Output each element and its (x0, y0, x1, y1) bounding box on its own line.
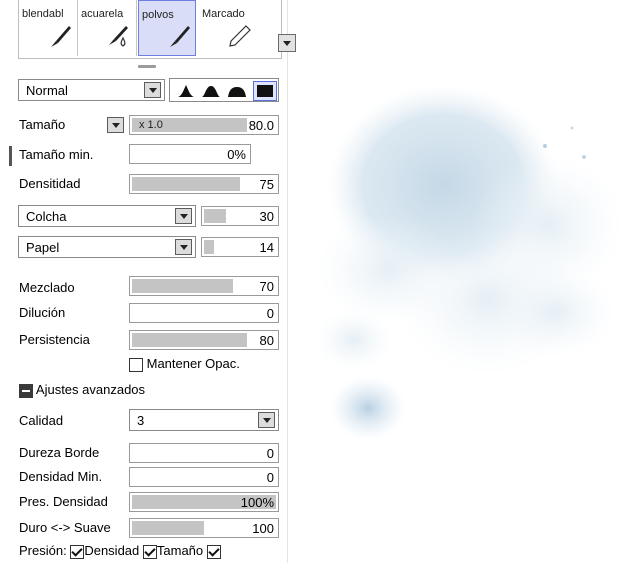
paper-amount: 14 (259, 240, 274, 255)
brush-slot-label: polvos (142, 9, 174, 21)
slider-fill (204, 209, 226, 223)
pressure-density-option-label: Densidad (84, 543, 140, 558)
blend-mode-value: Normal (26, 83, 68, 98)
texture-value: Colcha (26, 209, 67, 224)
collapse-icon (19, 383, 33, 398)
keep-opacity-option[interactable]: Mantener Opac. (129, 356, 240, 372)
min-size-value: 0% (227, 147, 246, 162)
pressure-density-checkbox[interactable] (70, 544, 85, 559)
paper-amount-slider[interactable]: 14 (201, 237, 279, 257)
keep-opacity-label: Mantener Opac. (146, 356, 240, 371)
texture-amount-slider[interactable]: 30 (201, 206, 279, 226)
slider-fill (132, 333, 247, 347)
pen-brush-icon (51, 26, 71, 47)
pressure-label: Presión: (19, 543, 67, 558)
size-multiplier-button[interactable] (107, 117, 124, 133)
paint-blob (330, 376, 406, 440)
pressure-density-value: 100% (240, 495, 274, 510)
persistence-slider[interactable]: 80 (129, 330, 279, 350)
paint-speck (582, 155, 586, 159)
brush-slot-label: blendabl (22, 8, 64, 20)
paint-speck (543, 144, 547, 148)
pressure-density-slider[interactable]: 100% (129, 492, 279, 512)
edge-hardness-value: 0 (266, 446, 274, 461)
pressure-options: Presión: Densidad Tamaño (19, 543, 221, 559)
size-value: 80.0 (248, 118, 274, 133)
paint-blob (498, 267, 614, 357)
drawing-canvas[interactable] (288, 0, 622, 563)
size-slider[interactable]: x 1.0 80.0 (129, 115, 279, 135)
brush-tool-panel: blendabl acuarela polvos Marcado Normal … (0, 0, 296, 563)
pressure-size-option-label: Tamaño (156, 543, 204, 558)
quality-label: Calidad (19, 413, 64, 428)
min-size-label: Tamaño min. (19, 147, 94, 162)
min-size-indicator (9, 146, 12, 166)
marker-brush-icon (229, 25, 251, 47)
chevron-down-icon (175, 208, 192, 224)
panel-resize-handle[interactable] (138, 65, 156, 68)
chevron-down-icon (175, 239, 192, 255)
brush-slot-polvos[interactable]: polvos (138, 0, 196, 56)
min-size-slider[interactable]: 0% (129, 144, 251, 164)
slider-fill (132, 521, 204, 535)
size-multiplier: x 1.0 (139, 119, 163, 131)
hard-soft-label: Duro <-> Suave (19, 520, 111, 535)
density-label: Densitidad (19, 176, 81, 191)
edge-hardness-label: Dureza Borde (19, 445, 100, 460)
powder-brush-icon (170, 26, 190, 47)
slider-fill (204, 240, 214, 254)
pressure-size-checkbox[interactable] (142, 544, 157, 559)
pressure-extra-checkbox[interactable] (206, 544, 221, 559)
brush-slot-label: Marcado (202, 8, 245, 20)
hard-soft-value: 100 (252, 521, 274, 536)
persistence-label: Persistencia (19, 332, 90, 347)
dilution-label: Dilución (19, 305, 66, 320)
texture-select[interactable]: Colcha (18, 205, 196, 227)
dilution-value: 0 (266, 306, 274, 321)
density-value: 75 (259, 177, 274, 192)
slider-fill (132, 279, 233, 293)
quality-value: 3 (137, 413, 145, 428)
brush-slot-marcado[interactable]: Marcado (199, 0, 257, 56)
blend-mode-select[interactable]: Normal (18, 79, 165, 101)
min-density-slider[interactable]: 0 (129, 467, 279, 487)
advanced-settings-label: Ajustes avanzados (35, 382, 146, 397)
quality-select[interactable]: 3 (129, 409, 279, 431)
blending-label: Mezclado (19, 280, 75, 295)
sharp-tip-icon[interactable] (175, 83, 197, 98)
slot-divider (136, 0, 137, 56)
soft-tip-icon[interactable] (226, 83, 248, 98)
watercolor-brush-icon (109, 26, 128, 47)
brush-slots: blendabl acuarela polvos Marcado (18, 0, 296, 59)
blending-slider[interactable]: 70 (129, 276, 279, 296)
blending-value: 70 (259, 279, 274, 294)
paint-blob (316, 310, 392, 370)
min-density-label: Densidad Min. (19, 469, 103, 484)
chevron-down-icon (144, 82, 161, 98)
advanced-settings-toggle[interactable]: Ajustes avanzados (19, 382, 145, 398)
keep-opacity-checkbox[interactable] (129, 357, 143, 372)
density-slider[interactable]: 75 (129, 174, 279, 194)
min-density-value: 0 (266, 470, 274, 485)
paper-value: Papel (26, 240, 60, 255)
paint-speck (570, 126, 574, 130)
square-tip-icon[interactable] (253, 81, 277, 101)
brush-slot-blendable[interactable]: blendabl (19, 0, 77, 56)
medium-tip-icon[interactable] (200, 83, 222, 98)
dilution-slider[interactable]: 0 (129, 303, 279, 323)
texture-amount: 30 (259, 209, 274, 224)
pressure-density-label: Pres. Densidad (19, 494, 108, 509)
size-label: Tamaño (19, 117, 66, 132)
brush-slot-acuarela[interactable]: acuarela (78, 0, 136, 56)
slider-fill (132, 177, 240, 191)
hard-soft-slider[interactable]: 100 (129, 518, 279, 538)
edge-hardness-slider[interactable]: 0 (129, 443, 279, 463)
persistence-value: 80 (259, 333, 274, 348)
chevron-down-icon (258, 412, 275, 428)
brush-slot-label: acuarela (81, 8, 124, 20)
paper-select[interactable]: Papel (18, 236, 196, 258)
brush-tip-shapes (169, 78, 279, 102)
